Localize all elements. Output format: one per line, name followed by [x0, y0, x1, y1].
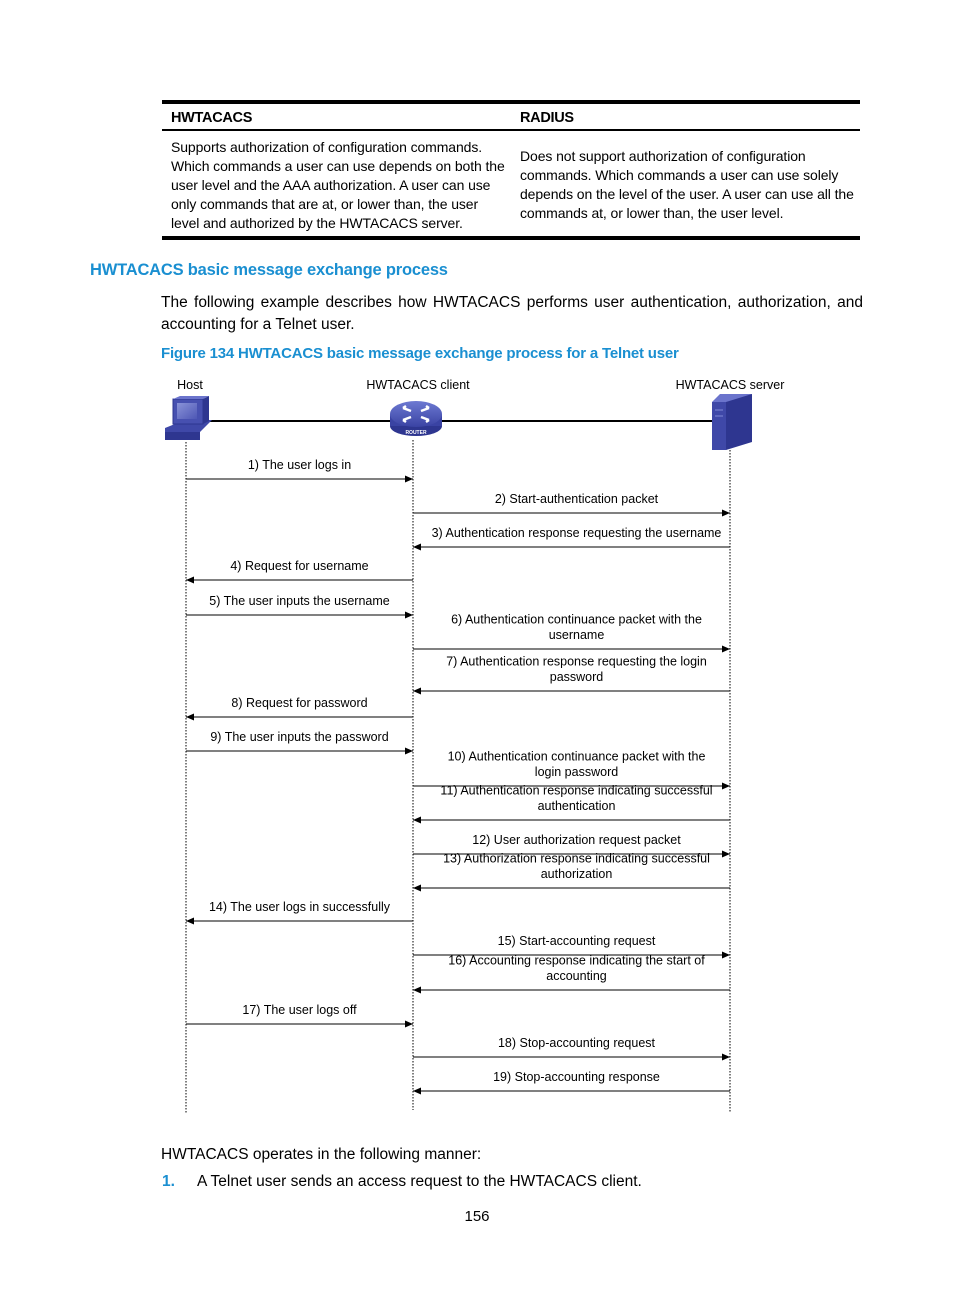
message-label: login password	[535, 765, 618, 779]
arrowhead-icon	[413, 816, 421, 824]
body-text: HWTACACS operates in the following manne…	[161, 1146, 482, 1163]
arrowhead-icon	[722, 850, 730, 858]
message-label: 7) Authentication response requesting th…	[446, 655, 707, 669]
arrowhead-icon	[413, 1087, 421, 1095]
arrowhead-icon	[405, 611, 413, 619]
arrowhead-icon	[413, 543, 421, 551]
message-label: 5) The user inputs the username	[209, 594, 389, 608]
message-label: 10) Authentication continuance packet wi…	[448, 750, 706, 764]
message-label: authentication	[538, 799, 616, 813]
arrowhead-icon	[405, 1020, 413, 1028]
arrowhead-icon	[413, 884, 421, 892]
message-label: authorization	[541, 867, 613, 881]
message-label: 17) The user logs off	[242, 1003, 357, 1017]
node-label-server: HWTACACS server	[676, 378, 785, 392]
list-number: 1.	[162, 1173, 175, 1190]
server-tower-icon	[712, 394, 752, 450]
message-label: 4) Request for username	[230, 559, 368, 573]
arrowhead-icon	[405, 747, 413, 755]
node-label-client: HWTACACS client	[366, 378, 470, 392]
message-label: 16) Accounting response indicating the s…	[448, 954, 705, 968]
message-label: 9) The user inputs the password	[210, 730, 388, 744]
message-label: 3) Authentication response requesting th…	[432, 526, 722, 540]
message-label: 8) Request for password	[231, 696, 367, 710]
sequence-diagram: Host HWTACACS client HWTACACS server ROU…	[165, 378, 785, 1113]
message-label: 6) Authentication continuance packet wit…	[451, 613, 702, 627]
list-item-text: A Telnet user sends an access request to…	[197, 1173, 642, 1190]
router-icon: ROUTER	[390, 401, 442, 436]
message-label: accounting	[546, 969, 607, 983]
arrowhead-icon	[405, 475, 413, 483]
arrowhead-icon	[722, 782, 730, 790]
host-computer-icon	[165, 396, 212, 440]
message-label: 14) The user logs in successfully	[209, 900, 391, 914]
arrowhead-icon	[186, 713, 194, 721]
router-icon-text: ROUTER	[405, 430, 427, 436]
arrowhead-icon	[186, 917, 194, 925]
message-label: 2) Start-authentication packet	[495, 492, 659, 506]
arrowhead-icon	[722, 509, 730, 517]
node-label-host: Host	[177, 378, 203, 392]
message-label: 18) Stop-accounting request	[498, 1036, 656, 1050]
page-number: 156	[464, 1208, 490, 1225]
message-label: 11) Authentication response indicating s…	[440, 784, 712, 798]
message-label: username	[549, 628, 605, 642]
arrowhead-icon	[413, 986, 421, 994]
arrowhead-icon	[413, 687, 421, 695]
message-label: 19) Stop-accounting response	[493, 1070, 660, 1084]
arrowhead-icon	[722, 1053, 730, 1061]
arrowhead-icon	[722, 645, 730, 653]
message-label: 15) Start-accounting request	[498, 934, 656, 948]
message-label: 12) User authorization request packet	[472, 833, 681, 847]
message-label: 1) The user logs in	[248, 458, 351, 472]
arrowhead-icon	[722, 951, 730, 959]
message-label: password	[550, 670, 604, 684]
message-label: 13) Authorization response indicating su…	[443, 852, 710, 866]
arrowhead-icon	[186, 576, 194, 584]
